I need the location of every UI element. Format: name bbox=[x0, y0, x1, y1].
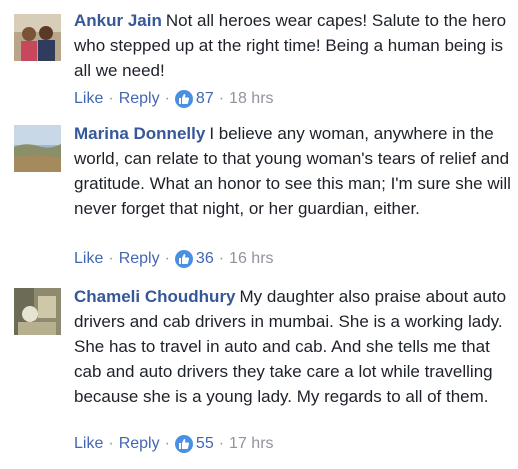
reply-button[interactable]: Reply bbox=[119, 89, 160, 109]
reaction-count[interactable]: 55 bbox=[196, 434, 214, 454]
separator: · bbox=[108, 435, 114, 452]
separator: · bbox=[164, 250, 170, 267]
avatar[interactable] bbox=[14, 14, 61, 61]
comment-body: Chameli Choudhury My daughter also praise… bbox=[74, 284, 514, 409]
separator: · bbox=[164, 90, 170, 107]
separator: · bbox=[218, 90, 225, 107]
reaction-count[interactable]: 36 bbox=[196, 249, 214, 269]
separator: · bbox=[108, 250, 114, 267]
reaction-count[interactable]: 87 bbox=[196, 89, 214, 109]
user-avatar-room-icon bbox=[14, 288, 61, 335]
comment-body: Marina Donnelly I believe any woman, anyw… bbox=[74, 121, 514, 221]
comment-body: Ankur Jain Not all heroes wear capes! Sal… bbox=[74, 8, 514, 83]
like-reaction-icon[interactable] bbox=[174, 90, 193, 108]
avatar[interactable] bbox=[14, 288, 61, 335]
like-button[interactable]: Like bbox=[74, 249, 103, 269]
like-reaction-icon[interactable] bbox=[174, 250, 193, 268]
comment-actions: Like · Reply · 87 · 18 hrs bbox=[74, 89, 274, 109]
like-button[interactable]: Like bbox=[74, 434, 103, 454]
like-reaction-icon[interactable] bbox=[174, 435, 193, 453]
separator: · bbox=[164, 435, 170, 452]
user-avatar-couple-icon bbox=[14, 14, 61, 61]
reply-button[interactable]: Reply bbox=[119, 249, 160, 269]
comment-timestamp[interactable]: 16 hrs bbox=[229, 249, 273, 269]
reply-button[interactable]: Reply bbox=[119, 434, 160, 454]
separator: · bbox=[218, 435, 225, 452]
comment-author-name[interactable]: Marina Donnelly bbox=[74, 124, 205, 143]
comment-actions: Like · Reply · 55 · 17 hrs bbox=[74, 434, 274, 454]
like-button[interactable]: Like bbox=[74, 89, 103, 109]
comment-author-name[interactable]: Chameli Choudhury bbox=[74, 287, 236, 306]
comment-timestamp[interactable]: 17 hrs bbox=[229, 434, 273, 454]
comment-actions: Like · Reply · 36 · 16 hrs bbox=[74, 249, 274, 269]
comment-author-name[interactable]: Ankur Jain bbox=[74, 11, 162, 30]
avatar[interactable] bbox=[14, 125, 61, 172]
user-avatar-landscape-icon bbox=[14, 125, 61, 172]
separator: · bbox=[108, 90, 114, 107]
comment-timestamp[interactable]: 18 hrs bbox=[229, 89, 273, 109]
separator: · bbox=[218, 250, 225, 267]
